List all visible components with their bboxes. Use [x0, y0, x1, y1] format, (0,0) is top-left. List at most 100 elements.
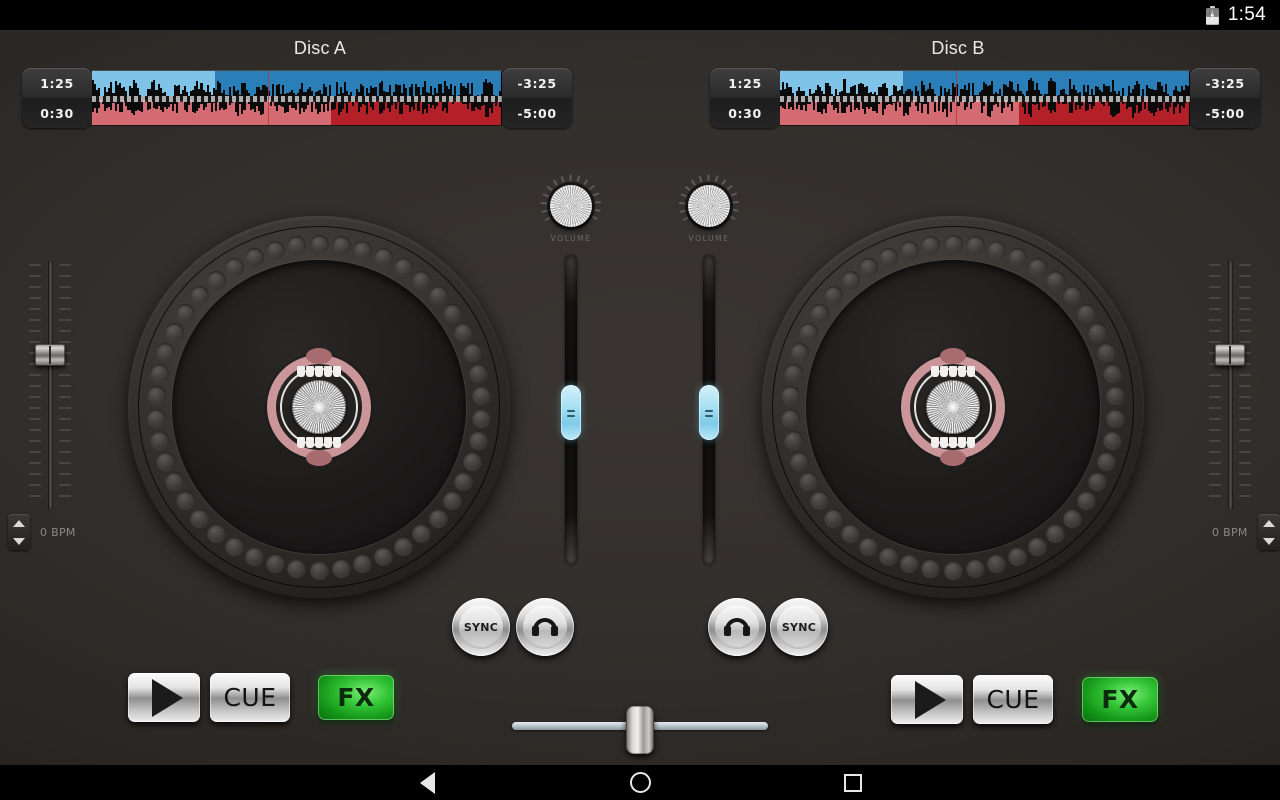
pitch-tick: [1209, 484, 1221, 486]
pitch-tick: [1239, 319, 1251, 321]
play-icon: [915, 681, 946, 719]
deck-b-bpm-group: 0 BPM: [1212, 514, 1280, 550]
jog-center-label: [267, 355, 371, 459]
deck-a-channel-fader[interactable]: [561, 255, 581, 565]
deck-b-jog-wheel[interactable]: [762, 216, 1144, 598]
deck-a-remaining-bottom: -5:00: [502, 98, 572, 128]
volume-tick: [679, 203, 685, 205]
pitch-tick: [1239, 495, 1251, 497]
pitch-tick: [29, 418, 41, 420]
deck-a-waveform[interactable]: [92, 70, 502, 126]
deck-b-volume-knob[interactable]: [688, 185, 730, 227]
bpm-down-icon[interactable]: [1263, 538, 1275, 545]
deck-a-sync-button[interactable]: SYNC: [452, 598, 510, 656]
headphone-face: [523, 605, 567, 649]
deck-b-fx-button[interactable]: FX: [1082, 677, 1158, 722]
volume-tick: [708, 175, 710, 181]
pitch-tick: [1209, 308, 1221, 310]
volume-tick: [685, 186, 691, 191]
deck-a-elapsed-bottom: 0:30: [22, 98, 92, 128]
waveform-half: [780, 100, 1190, 125]
deck-a-play-button[interactable]: [128, 673, 200, 722]
deck-b-cue-button[interactable]: CUE: [973, 675, 1053, 724]
waveform-half: [92, 100, 502, 125]
volume-tick: [542, 210, 548, 213]
pitch-tick: [1239, 462, 1251, 464]
deck-a-pitch-fader[interactable]: [24, 260, 76, 510]
deck-a-fx-button[interactable]: FX: [318, 675, 394, 720]
pitch-tick: [29, 385, 41, 387]
deck-a-headphone-cue-button[interactable]: [516, 598, 574, 656]
bpm-down-icon[interactable]: [13, 538, 25, 545]
deck-b-elapsed-top: 1:25: [710, 68, 780, 98]
deck-a-volume-knob[interactable]: [550, 185, 592, 227]
deck-b-headphone-cue-button[interactable]: [708, 598, 766, 656]
pitch-tick: [1239, 451, 1251, 453]
battery-charging-icon: [1206, 6, 1219, 25]
pitch-tick: [1209, 451, 1221, 453]
volume-tick: [731, 192, 737, 196]
pitch-tick: [1209, 407, 1221, 409]
nav-back-slot[interactable]: [321, 772, 534, 794]
pitch-tick: [59, 440, 71, 442]
bpm-up-icon[interactable]: [1263, 520, 1275, 527]
crossfader-thumb[interactable]: [626, 706, 654, 754]
pitch-tick: [59, 495, 71, 497]
volume-tick: [583, 179, 588, 185]
play-icon: [152, 679, 183, 717]
deck-b-elapsed-bottom: 0:30: [710, 98, 780, 128]
pitch-tick: [1239, 341, 1251, 343]
deck-b-channel-fader[interactable]: [699, 255, 719, 565]
pitch-tick: [59, 330, 71, 332]
deck-b-bpm-stepper[interactable]: [1258, 514, 1280, 550]
pitch-tick: [29, 462, 41, 464]
teeth-top-icon: [297, 366, 341, 377]
deck-a-remaining-times: -3:25 -5:00: [502, 68, 572, 128]
volume-tick: [592, 215, 598, 219]
volume-tick: [715, 176, 718, 182]
deck-a-bpm-stepper[interactable]: [8, 514, 30, 550]
deck-a-jog-wheel[interactable]: [128, 216, 510, 598]
pitch-thumb[interactable]: [35, 344, 65, 366]
pitch-tick: [59, 451, 71, 453]
recents-square-icon[interactable]: [844, 774, 862, 792]
pitch-tick: [1209, 341, 1221, 343]
deck-a-bpm-group: 0 BPM: [8, 514, 76, 550]
waveform-bars: [780, 71, 1190, 96]
pitch-tick: [29, 407, 41, 409]
nav-recents-slot[interactable]: [747, 774, 960, 792]
status-bar-clock: 1:54: [1228, 4, 1266, 26]
pitch-tick: [59, 396, 71, 398]
deck-b-pitch-fader[interactable]: [1204, 260, 1256, 510]
volume-tick: [727, 185, 733, 190]
deck-b-elapsed-times: 1:25 0:30: [710, 68, 780, 128]
headphones-icon: [725, 618, 749, 636]
nav-home-slot[interactable]: [534, 772, 747, 793]
home-circle-icon[interactable]: [630, 772, 651, 793]
pitch-tick: [1209, 396, 1221, 398]
pitch-tick: [1209, 429, 1221, 431]
crossfader[interactable]: [512, 706, 768, 746]
deck-b-waveform[interactable]: [780, 70, 1190, 126]
waveform-half: [780, 71, 1190, 96]
back-triangle-icon[interactable]: [420, 772, 435, 794]
pitch-tick: [29, 264, 41, 266]
pitch-tick: [59, 275, 71, 277]
beat-grid: [92, 96, 502, 102]
bpm-up-icon[interactable]: [13, 520, 25, 527]
deck-b-sync-button[interactable]: SYNC: [770, 598, 828, 656]
channel-fader-thumb[interactable]: [561, 385, 581, 440]
pitch-thumb[interactable]: [1215, 344, 1245, 366]
pitch-ticks: [1204, 264, 1256, 506]
deck-a-elapsed-top: 1:25: [22, 68, 92, 98]
pitch-tick: [29, 286, 41, 288]
deck-b-play-button[interactable]: [891, 675, 963, 724]
pitch-tick: [29, 451, 41, 453]
pitch-tick: [1239, 308, 1251, 310]
jog-spindle-icon: [292, 380, 346, 434]
channel-fader-thumb[interactable]: [699, 385, 719, 440]
pitch-tick: [59, 374, 71, 376]
beat-grid: [780, 96, 1190, 102]
deck-a-cue-button[interactable]: CUE: [210, 673, 290, 722]
teeth-bottom-icon: [297, 437, 341, 448]
